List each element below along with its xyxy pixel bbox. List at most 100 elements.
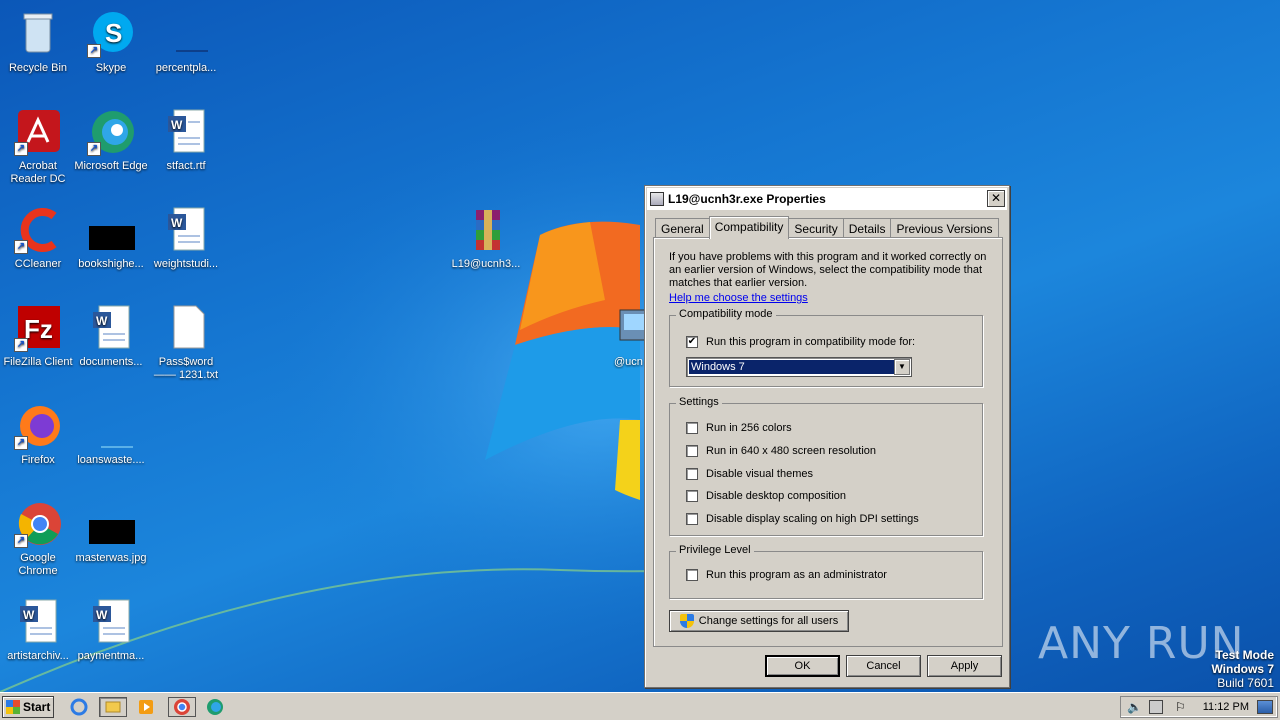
- icon-label: stfact.rtf: [166, 160, 206, 172]
- system-tray: 🔈 ⚐ 11:12 PM: [1120, 696, 1278, 718]
- desktop-icon-weightstudi[interactable]: W weightstudi...: [148, 202, 224, 271]
- desktop-icon-percentpla[interactable]: percentpla...: [148, 6, 224, 75]
- desktop-icon-edge[interactable]: ↗ Microsoft Edge: [73, 104, 149, 173]
- icon-label: percentpla...: [155, 62, 217, 74]
- desktop-icon-artistarchiv[interactable]: W artistarchiv...: [0, 594, 76, 663]
- tab-compatibility[interactable]: Compatibility: [708, 216, 790, 239]
- volume-icon[interactable]: 🔈: [1127, 700, 1142, 714]
- setting-disable-visual-themes[interactable]: Disable visual themes: [686, 468, 813, 480]
- setting-disable-dpi-scaling[interactable]: Disable display scaling on high DPI sett…: [686, 513, 919, 525]
- select-value: Windows 7: [689, 360, 894, 374]
- word-doc-icon: W: [14, 598, 62, 646]
- word-doc-icon: W: [87, 598, 135, 646]
- tab-general[interactable]: General: [655, 218, 710, 238]
- apply-button[interactable]: Apply: [927, 655, 1002, 677]
- black-image-icon: [87, 500, 135, 548]
- ok-button[interactable]: OK: [765, 655, 840, 677]
- shortcut-arrow-icon: ↗: [14, 436, 28, 450]
- svg-text:W: W: [96, 608, 108, 622]
- desktop-icon-paymentma[interactable]: W paymentma...: [73, 594, 149, 663]
- compat-mode-checkbox-row[interactable]: ✔ Run this program in compatibility mode…: [686, 336, 915, 348]
- checkbox[interactable]: [686, 445, 698, 457]
- icon-label: documents...: [79, 356, 143, 368]
- edge-icon[interactable]: [204, 697, 226, 717]
- svg-text:S: S: [105, 18, 122, 48]
- close-icon[interactable]: ✕: [987, 190, 1005, 207]
- change-settings-all-users-button[interactable]: Change settings for all users: [669, 610, 849, 632]
- clock[interactable]: 11:12 PM: [1203, 701, 1249, 713]
- setting-256-colors[interactable]: Run in 256 colors: [686, 422, 792, 434]
- tab-details[interactable]: Details: [842, 218, 892, 238]
- dialog-titlebar[interactable]: L19@ucnh3r.exe Properties ✕: [647, 188, 1007, 210]
- checkbox-label: Disable display scaling on high DPI sett…: [706, 513, 919, 525]
- checkbox[interactable]: [686, 422, 698, 434]
- group-legend: Compatibility mode: [676, 308, 776, 320]
- shield-icon: [679, 614, 694, 628]
- ie-icon[interactable]: [68, 697, 90, 717]
- group-legend: Settings: [676, 396, 722, 408]
- black-image-icon: [87, 206, 135, 254]
- setting-640x480[interactable]: Run in 640 x 480 screen resolution: [686, 445, 876, 457]
- chrome-icon[interactable]: [168, 697, 196, 717]
- desktop-icon-l19-winrar[interactable]: L19@ucnh3...: [448, 202, 524, 271]
- desktop-icon-ccleaner[interactable]: ↗ CCleaner: [0, 202, 76, 271]
- icon-label: Skype: [95, 62, 127, 74]
- program-icon: [650, 192, 664, 206]
- flag-icon[interactable]: ⚐: [1175, 700, 1186, 714]
- desktop-icon-skype[interactable]: S ↗ Skype: [73, 6, 149, 75]
- checkbox[interactable]: [686, 468, 698, 480]
- desktop-icon-installer[interactable]: @ucn: [598, 300, 644, 369]
- icon-label: Microsoft Edge: [74, 160, 148, 172]
- settings-group: Settings Run in 256 colors Run in 640 x …: [669, 396, 983, 536]
- desktop-icon-loanswaste[interactable]: loanswaste....: [73, 398, 149, 467]
- firefox-icon: ↗: [14, 402, 62, 450]
- media-player-icon[interactable]: [136, 697, 158, 717]
- icon-label: Acrobat Reader DC: [10, 160, 66, 185]
- icon-label: paymentma...: [77, 650, 145, 662]
- checkbox[interactable]: [686, 569, 698, 581]
- desktop-icon-acrobat[interactable]: ↗ Acrobat Reader DC: [0, 104, 76, 186]
- run-as-admin-row[interactable]: Run this program as an administrator: [686, 569, 887, 581]
- network-icon[interactable]: [1149, 700, 1163, 714]
- checkbox[interactable]: [686, 513, 698, 525]
- compatibility-mode-group: Compatibility mode ✔ Run this program in…: [669, 308, 983, 387]
- svg-text:W: W: [96, 314, 108, 328]
- desktop-icon-stfact[interactable]: W stfact.rtf: [148, 104, 224, 173]
- desktop-icon-recycle-bin[interactable]: Recycle Bin: [0, 6, 76, 75]
- icon-label: Firefox: [21, 454, 55, 466]
- desktop-icon-password-txt[interactable]: Pass$word —— 1231.txt: [148, 300, 224, 382]
- acrobat-icon: ↗: [14, 108, 62, 156]
- svg-text:W: W: [171, 216, 183, 230]
- compat-mode-checkbox[interactable]: ✔: [686, 336, 698, 348]
- button-label: Change settings for all users: [698, 615, 839, 627]
- desktop-icon-bookshighe[interactable]: bookshighe...: [73, 202, 149, 271]
- svg-text:W: W: [171, 118, 183, 132]
- chrome-icon: ↗: [14, 500, 62, 548]
- desktop-icon-filezilla[interactable]: Fz ↗ FileZilla Client: [0, 300, 76, 369]
- shortcut-arrow-icon: ↗: [14, 142, 28, 156]
- help-link[interactable]: Help me choose the settings: [669, 292, 808, 304]
- cancel-button[interactable]: Cancel: [846, 655, 921, 677]
- desktop-icon-chrome[interactable]: ↗ Google Chrome: [0, 496, 76, 578]
- tab-security[interactable]: Security: [788, 218, 844, 238]
- os-select[interactable]: Windows 7 ▼: [686, 357, 912, 377]
- word-doc-icon: W: [162, 108, 210, 156]
- properties-dialog: L19@ucnh3r.exe Properties ✕ General Comp…: [644, 185, 1010, 688]
- word-doc-icon: W: [162, 206, 210, 254]
- start-label: Start: [23, 700, 51, 714]
- tab-previous-versions[interactable]: Previous Versions: [890, 218, 999, 238]
- icon-label: artistarchiv...: [7, 650, 69, 662]
- text-file-icon: [162, 304, 210, 352]
- desktop-icon-firefox[interactable]: ↗ Firefox: [0, 398, 76, 467]
- windows-logo-icon: [6, 700, 20, 714]
- desktop-icon-masterwas[interactable]: masterwas.jpg: [73, 496, 149, 565]
- chevron-down-icon[interactable]: ▼: [894, 359, 910, 375]
- shortcut-arrow-icon: ↗: [87, 142, 101, 156]
- checkbox[interactable]: [686, 490, 698, 502]
- start-button[interactable]: Start: [2, 696, 54, 718]
- desktop-icon-documents[interactable]: W documents...: [73, 300, 149, 369]
- explorer-icon[interactable]: [99, 697, 127, 717]
- installer-icon: [614, 304, 644, 352]
- setting-disable-desktop-composition[interactable]: Disable desktop composition: [686, 490, 846, 502]
- show-desktop-icon[interactable]: [1257, 700, 1273, 714]
